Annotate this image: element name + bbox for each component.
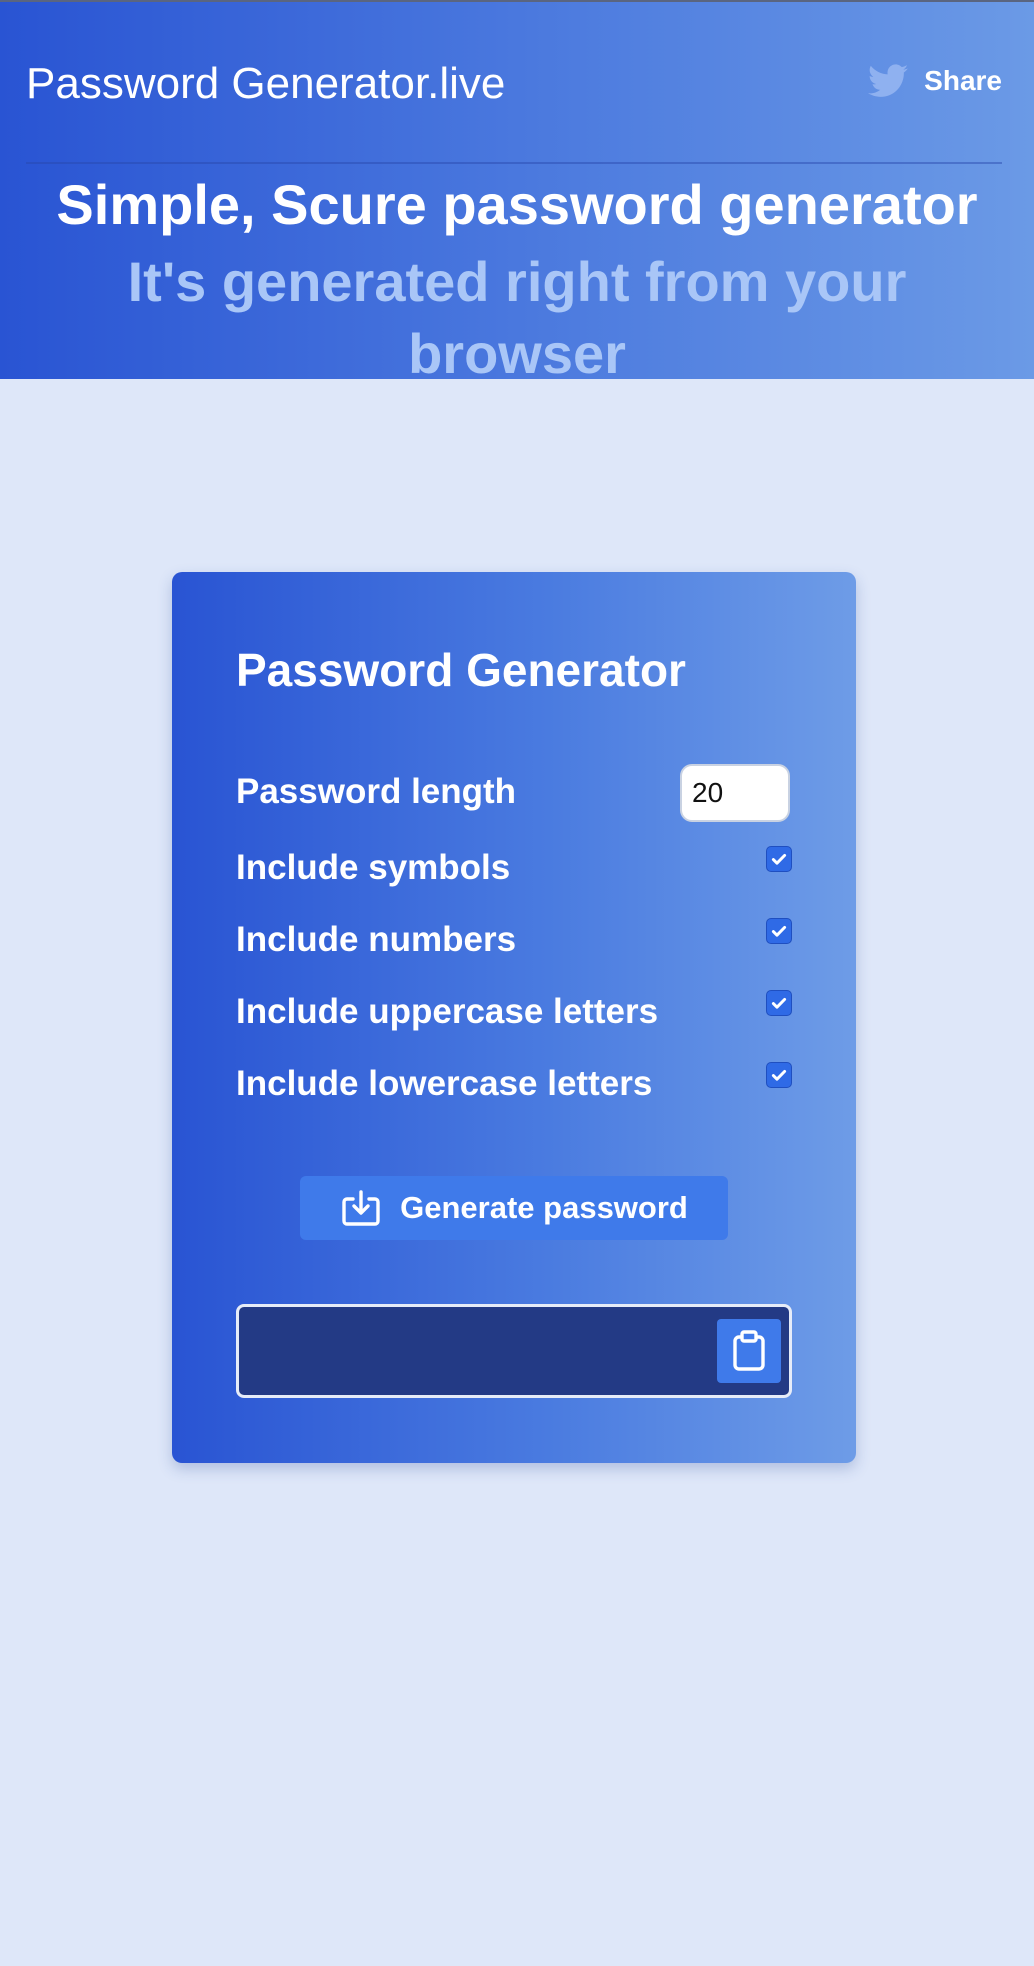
checkmark-icon — [771, 853, 787, 865]
generated-password-output[interactable] — [236, 1304, 792, 1398]
generate-password-button[interactable]: Generate password — [300, 1176, 728, 1240]
include-numbers-label: Include numbers — [236, 920, 517, 959]
include-symbols-checkbox[interactable] — [766, 846, 792, 872]
share-button[interactable]: Share — [868, 64, 1002, 98]
checkmark-icon — [771, 1069, 787, 1081]
include-lowercase-label: Include lowercase letters — [236, 1064, 653, 1103]
header-divider — [26, 162, 1002, 164]
clipboard-icon — [733, 1330, 765, 1371]
password-length-input[interactable] — [680, 764, 790, 822]
hero-subheadline: It's generated right from your browser — [127, 250, 907, 385]
include-numbers-checkbox[interactable] — [766, 918, 792, 944]
download-icon — [340, 1188, 382, 1228]
copy-to-clipboard-button[interactable] — [717, 1319, 781, 1383]
site-title[interactable]: Password Generator.live — [26, 58, 505, 110]
checkmark-icon — [771, 997, 787, 1009]
hero-header: Password Generator.live Share Simple, Sc… — [0, 2, 1034, 385]
share-label: Share — [924, 65, 1002, 96]
twitter-icon — [868, 64, 909, 98]
password-length-label: Password length — [236, 772, 517, 811]
password-generator-card: Password Generator Password length Inclu… — [172, 572, 856, 1463]
generate-password-label: Generate password — [400, 1190, 688, 1225]
hero-headline: Simple, Scure password generator — [56, 173, 978, 236]
include-uppercase-checkbox[interactable] — [766, 990, 792, 1016]
include-lowercase-checkbox[interactable] — [766, 1062, 792, 1088]
include-symbols-label: Include symbols — [236, 848, 511, 887]
checkmark-icon — [771, 925, 787, 937]
include-uppercase-label: Include uppercase letters — [236, 992, 659, 1031]
card-title: Password Generator — [236, 644, 686, 696]
